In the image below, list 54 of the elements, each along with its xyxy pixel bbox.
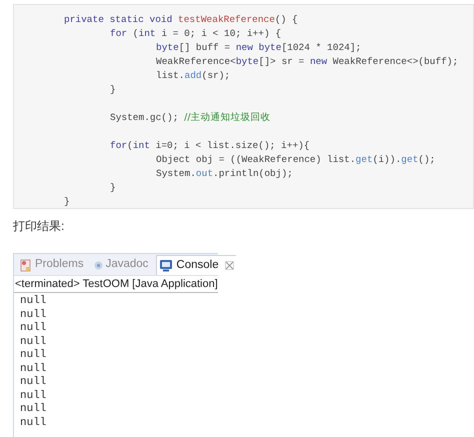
code-token: [] buff = <box>178 41 232 55</box>
code-token: new byte <box>236 41 282 55</box>
code-token: i=0; i < list.size(); i++){ <box>154 139 310 153</box>
code-token: int <box>138 27 156 41</box>
console-header: <terminated> TestOOM [Java Application] <box>14 276 218 293</box>
code-token: private static void <box>64 13 174 27</box>
view-tab[interactable]: Problems <box>18 255 86 275</box>
code-token: byte <box>156 41 179 55</box>
code-token: } <box>110 181 116 195</box>
code-token: new <box>310 55 328 69</box>
code-token: list. <box>156 69 185 83</box>
output-line: null <box>20 416 48 430</box>
code-token: Object obj = ((WeakReference) list. <box>156 153 356 167</box>
code-token: i = 0; i < 10; i++) { <box>160 27 282 41</box>
code-token: (sr); <box>202 69 230 83</box>
code-token: add <box>184 69 202 83</box>
code-token: System. <box>156 167 196 181</box>
code-token: testWeakReference <box>178 13 275 27</box>
view-tab[interactable]: Javadoc <box>92 255 150 275</box>
output-line: null <box>20 322 48 336</box>
code-token: WeakReference< <box>156 55 236 69</box>
monitor-icon <box>159 259 174 272</box>
close-icon[interactable] <box>224 261 234 270</box>
view-tab[interactable]: Console <box>156 255 236 275</box>
code-token: WeakReference<>(buff); <box>332 55 458 69</box>
code-token: () { <box>274 13 298 27</box>
output-line: null <box>20 390 48 403</box>
code-token: for <box>110 139 128 153</box>
code-comment: //主动通知垃圾回收 <box>184 111 271 125</box>
code-token: for <box>110 27 128 41</box>
code-token: } <box>110 83 116 97</box>
result-label: 打印结果: <box>13 218 66 235</box>
code-token: [1024 * 1024]; <box>281 41 362 55</box>
code-token: ( <box>132 27 139 41</box>
output-line: null <box>20 349 48 362</box>
code-token: (i)). <box>372 153 402 167</box>
output-line: null <box>20 295 48 308</box>
code-token: out <box>196 167 214 181</box>
output-line: null <box>20 336 48 349</box>
output-line: null <box>20 376 48 390</box>
output-line: null <box>20 308 48 322</box>
code-token: []> sr = <box>258 55 306 69</box>
code-token: get <box>356 153 373 167</box>
output-line: null <box>20 403 48 416</box>
problems-icon <box>20 258 32 272</box>
code-token: ( <box>127 139 133 153</box>
code-token: (); <box>418 153 436 167</box>
code-token: get <box>401 153 418 167</box>
code-token: } <box>64 195 70 209</box>
code-token: .println(obj); <box>213 167 293 181</box>
code-token: byte <box>236 55 259 69</box>
code-token: System.gc(); <box>110 111 180 125</box>
code-token: int <box>132 139 150 153</box>
output-line: null <box>20 362 48 376</box>
